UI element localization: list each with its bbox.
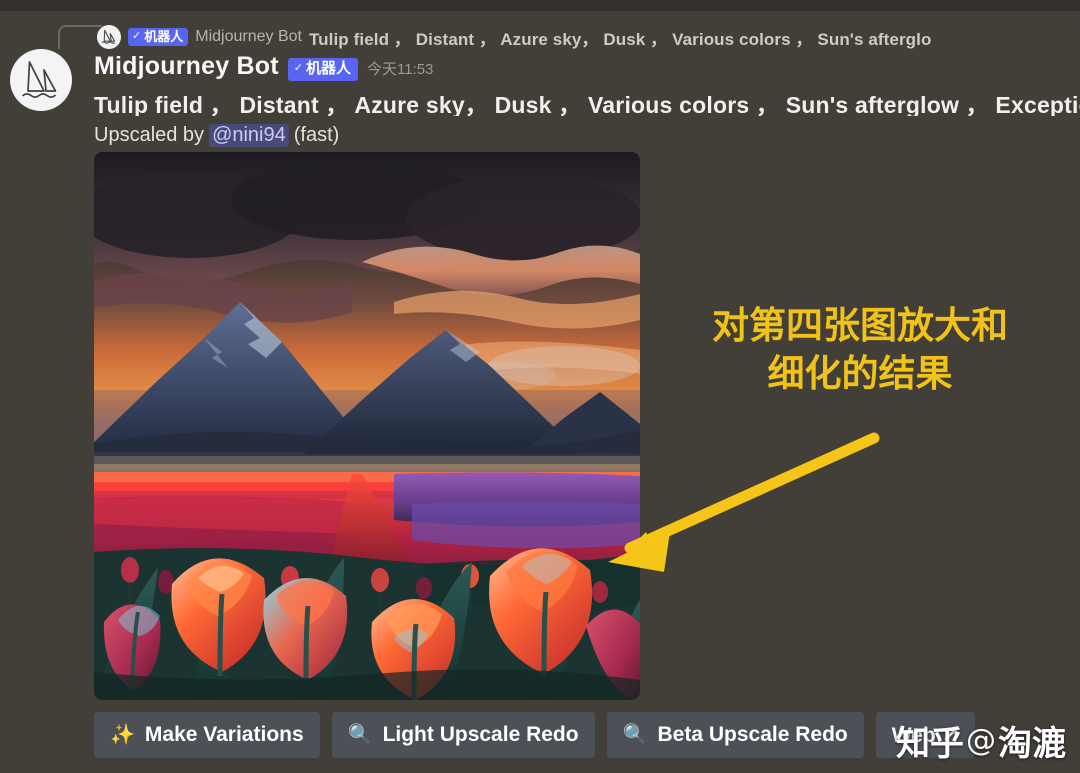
reply-author-name[interactable]: Midjourney Bot — [195, 28, 302, 46]
magnifier-icon: 🔍 — [622, 724, 648, 746]
watermark-site: 知乎 — [896, 724, 964, 764]
zhihu-watermark: 知乎 @ 淘漉 — [896, 716, 1066, 765]
badge-label: 机器人 — [305, 59, 351, 77]
watermark-at: @ — [966, 723, 996, 758]
reply-preview-content[interactable]: ✓ 机器人 Midjourney Bot Tulip field ， Dista… — [128, 24, 931, 50]
bot-badge: ✓ 机器人 — [128, 27, 189, 47]
annotation-line-1: 对第四张图放大和 — [712, 304, 1008, 347]
make-variations-label: Make Variations — [144, 723, 304, 746]
window-top-strip — [0, 0, 1080, 11]
upscaled-prefix: Upscaled by — [94, 123, 205, 146]
annotation-line-2: 细化的结果 — [767, 352, 953, 396]
message-action-buttons: ✨ Make Variations 🔍 Light Upscale Redo 🔍… — [94, 712, 976, 758]
badge-check-icon: ✓ — [132, 29, 142, 42]
reply-avatar — [97, 25, 121, 49]
watermark-user: 淘漉 — [998, 724, 1066, 764]
sparkles-icon: ✨ — [110, 724, 135, 746]
badge-check-icon: ✓ — [293, 62, 303, 74]
upscaled-by-line: Upscaled by @nini94 (fast) — [94, 121, 339, 149]
light-upscale-redo-button[interactable]: 🔍 Light Upscale Redo — [331, 712, 595, 758]
message-timestamp: 今天11:53 — [366, 61, 434, 78]
reply-preview-text[interactable]: Tulip field ， Distant ， Azure sky， Dusk … — [309, 25, 932, 50]
upscaled-suffix: (fast) — [293, 123, 340, 146]
annotation-text: 对第四张图放大和 细化的结果 — [660, 302, 1060, 398]
generated-image[interactable] — [94, 152, 640, 700]
beta-upscale-redo-button[interactable]: 🔍 Beta Upscale Redo — [606, 712, 864, 758]
message-author-name[interactable]: Midjourney Bot — [94, 52, 279, 81]
make-variations-button[interactable]: ✨ Make Variations — [94, 712, 320, 758]
magnifier-icon: 🔍 — [347, 724, 373, 746]
user-mention[interactable]: @nini94 — [209, 123, 289, 147]
message-prompt-text: Tulip field ， Distant ， Azure sky， Dusk … — [94, 92, 1080, 116]
badge-label: 机器人 — [144, 28, 184, 44]
message-header: Midjourney Bot ✓ 机器人 今天11:53 — [94, 52, 433, 84]
light-upscale-redo-label: Light Upscale Redo — [382, 723, 579, 746]
beta-upscale-redo-label: Beta Upscale Redo — [657, 723, 848, 746]
message-avatar[interactable] — [10, 49, 72, 111]
reply-preview-row[interactable]: ✓ 机器人 Midjourney Bot Tulip field ， Dista… — [0, 11, 1080, 49]
bot-badge: ✓ 机器人 — [287, 57, 358, 81]
reply-spine-line — [58, 25, 102, 49]
